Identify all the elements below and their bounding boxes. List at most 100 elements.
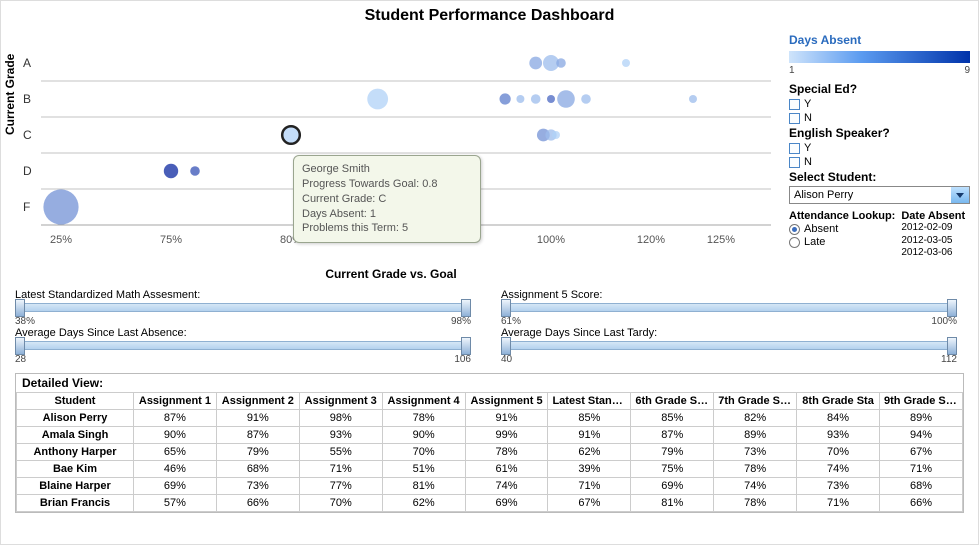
date-absent: 2012-03-06 — [901, 247, 965, 260]
chart-point[interactable] — [531, 94, 541, 104]
table-cell: 69% — [465, 495, 548, 512]
filter-specialed-title: Special Ed? — [789, 82, 970, 96]
radio-label: Absent — [804, 223, 838, 235]
chart-point[interactable] — [547, 95, 555, 103]
chart-point[interactable] — [689, 95, 697, 103]
chart-point[interactable] — [190, 166, 200, 176]
y-tick-label: B — [23, 92, 31, 106]
table-row[interactable]: Anthony Harper65%79%55%70%78%62%79%73%70… — [17, 444, 963, 461]
slider-handle-right[interactable] — [947, 299, 957, 317]
slider-handle-left[interactable] — [501, 337, 511, 355]
chart-point[interactable] — [581, 94, 591, 104]
x-tick-label: 125% — [707, 234, 735, 246]
slider-handle-right[interactable] — [461, 299, 471, 317]
table-header[interactable]: Assignment 4 — [382, 393, 465, 410]
chart-point[interactable] — [367, 89, 388, 110]
table-header[interactable]: 9th Grade Stan — [880, 393, 963, 410]
table-cell: 81% — [631, 495, 714, 512]
table-cell: 67% — [548, 495, 631, 512]
table-row[interactable]: Bae Kim46%68%71%51%61%39%75%78%74%71% — [17, 461, 963, 478]
detailed-view-table: Detailed View: StudentAssignment 1Assign… — [15, 373, 964, 513]
table-cell: 70% — [299, 495, 382, 512]
table-cell: 78% — [714, 495, 797, 512]
table-cell: 71% — [797, 495, 880, 512]
legend-title: Days Absent — [789, 33, 970, 47]
table-row[interactable]: Blaine Harper69%73%77%81%74%71%69%74%73%… — [17, 478, 963, 495]
table-cell: 91% — [465, 410, 548, 427]
slider-days-absence[interactable] — [15, 341, 471, 350]
table-row[interactable]: Alison Perry87%91%98%78%91%85%85%82%84%8… — [17, 410, 963, 427]
table-header[interactable]: 6th Grade Stand — [631, 393, 714, 410]
chart-point[interactable] — [516, 95, 524, 103]
scatter-chart[interactable]: ABCDF25%75%80%83%100%120%125% Current Gr… — [1, 25, 781, 285]
chart-point[interactable] — [43, 189, 78, 224]
table-cell: 91% — [548, 427, 631, 444]
y-tick-label: D — [23, 164, 32, 178]
slider-max: 112 — [941, 354, 957, 365]
checkbox-specialed-y[interactable] — [789, 99, 800, 110]
checkbox-label: N — [804, 156, 812, 168]
table-header[interactable]: 7th Grade Stan — [714, 393, 797, 410]
chart-point[interactable] — [622, 59, 630, 67]
table-cell: 74% — [714, 478, 797, 495]
table-cell: 69% — [631, 478, 714, 495]
chart-point[interactable] — [282, 126, 300, 144]
table-header[interactable]: Assignment 1 — [134, 393, 217, 410]
table-cell: 98% — [299, 410, 382, 427]
radio-absent[interactable] — [789, 224, 800, 235]
table-cell: 74% — [797, 461, 880, 478]
table-cell: 78% — [465, 444, 548, 461]
table-header[interactable]: Assignment 5 — [465, 393, 548, 410]
select-student-value: Alison Perry — [790, 189, 951, 201]
checkbox-english-n[interactable] — [789, 157, 800, 168]
table-cell: 78% — [382, 410, 465, 427]
table-header[interactable]: Latest Standard — [548, 393, 631, 410]
select-student-dropdown[interactable]: Alison Perry — [789, 186, 970, 204]
checkbox-english-y[interactable] — [789, 143, 800, 154]
x-tick-label: 100% — [537, 234, 565, 246]
table-cell: 65% — [134, 444, 217, 461]
table-row[interactable]: Amala Singh90%87%93%90%99%91%87%89%93%94… — [17, 427, 963, 444]
slider-assignment5[interactable] — [501, 303, 957, 312]
y-tick-label: F — [23, 200, 30, 214]
slider-label: Average Days Since Last Tardy: — [501, 327, 957, 339]
chart-point[interactable] — [552, 131, 560, 139]
table-cell: 99% — [465, 427, 548, 444]
student-name-cell: Bae Kim — [17, 461, 134, 478]
table-cell: 71% — [548, 478, 631, 495]
slider-handle-left[interactable] — [501, 299, 511, 317]
table-cell: 79% — [631, 444, 714, 461]
slider-handle-right[interactable] — [461, 337, 471, 355]
slider-handle-left[interactable] — [15, 337, 25, 355]
chart-point[interactable] — [529, 57, 542, 70]
tooltip-line1: Progress Towards Goal: 0.8 — [302, 177, 472, 192]
side-panel: Days Absent 1 9 Special Ed? Y N English … — [781, 25, 978, 285]
table-cell: 84% — [797, 410, 880, 427]
chart-point[interactable] — [500, 93, 511, 104]
slider-min: 61% — [501, 316, 521, 327]
slider-handle-right[interactable] — [947, 337, 957, 355]
table-cell: 94% — [880, 427, 963, 444]
table-header[interactable]: 8th Grade Sta — [797, 393, 880, 410]
table-header[interactable]: Assignment 3 — [299, 393, 382, 410]
checkbox-specialed-n[interactable] — [789, 113, 800, 124]
table-cell: 61% — [465, 461, 548, 478]
student-name-cell: Blaine Harper — [17, 478, 134, 495]
chevron-down-icon[interactable] — [951, 187, 969, 203]
chart-point[interactable] — [164, 164, 178, 178]
table-header[interactable]: Student — [17, 393, 134, 410]
table-cell: 62% — [382, 495, 465, 512]
student-name-cell: Amala Singh — [17, 427, 134, 444]
tooltip-line2: Current Grade: C — [302, 192, 472, 207]
slider-math-assessment[interactable] — [15, 303, 471, 312]
table-row[interactable]: Brian Francis57%66%70%62%69%67%81%78%71%… — [17, 495, 963, 512]
chart-point[interactable] — [557, 90, 575, 108]
slider-days-tardy[interactable] — [501, 341, 957, 350]
table-header[interactable]: Assignment 2 — [216, 393, 299, 410]
chart-point[interactable] — [556, 58, 566, 68]
slider-label: Average Days Since Last Absence: — [15, 327, 471, 339]
radio-late[interactable] — [789, 237, 800, 248]
table-cell: 66% — [216, 495, 299, 512]
slider-label: Latest Standardized Math Assesment: — [15, 289, 471, 301]
slider-handle-left[interactable] — [15, 299, 25, 317]
